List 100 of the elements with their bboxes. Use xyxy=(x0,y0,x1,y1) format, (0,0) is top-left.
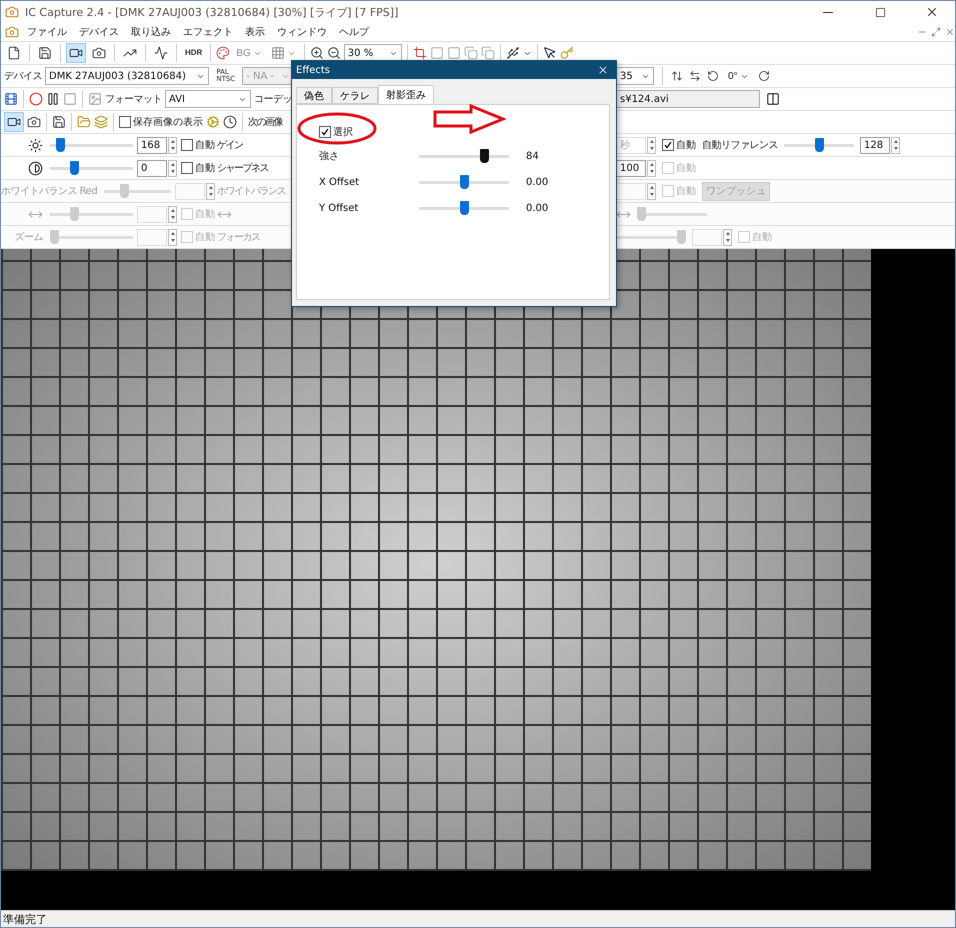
flip-vertical-icon xyxy=(671,70,683,82)
overlay-icon xyxy=(446,46,461,60)
camera-icon xyxy=(27,115,41,129)
color-icon xyxy=(216,46,230,60)
pulse-icon xyxy=(154,46,168,60)
rotate-left-icon xyxy=(707,70,719,82)
mdi-restore-icon xyxy=(931,27,941,37)
slider-thumb[interactable] xyxy=(460,201,468,215)
property-label: 自動リファレンス xyxy=(702,139,778,152)
slider[interactable] xyxy=(419,200,509,216)
mdi-close-icon xyxy=(945,27,955,37)
flip-horizontal-icon xyxy=(689,70,701,82)
property-label: フォーカス xyxy=(217,231,260,244)
folder-icon xyxy=(77,115,91,129)
property-label: ホワイトバランス xyxy=(217,185,285,198)
menu-item[interactable]: デバイス xyxy=(75,25,123,39)
slider-thumb[interactable] xyxy=(814,138,824,152)
usb-icon xyxy=(506,46,520,60)
slider[interactable] xyxy=(50,160,133,176)
menu-item[interactable]: ウィンドウ xyxy=(273,25,331,39)
overlay-icon xyxy=(464,46,478,60)
auto-checkbox[interactable]: 保存画像の表示 xyxy=(119,115,203,129)
close-icon xyxy=(597,64,609,76)
close-icon xyxy=(925,5,939,19)
slider[interactable] xyxy=(419,174,509,190)
tab[interactable]: 射影歪み xyxy=(378,85,434,104)
property-label: ズーム xyxy=(14,231,43,244)
slider-label: X Offset xyxy=(319,176,360,188)
pause-icon xyxy=(46,92,60,106)
file-path-field[interactable]: s¥124.avi xyxy=(616,90,760,108)
new-file-icon xyxy=(7,46,21,60)
frame-rate-combo[interactable]: 35 xyxy=(616,67,654,85)
grid-icon xyxy=(270,46,285,60)
property-label: ゲイン xyxy=(217,139,242,152)
stop-icon xyxy=(63,92,77,106)
spinner-buttons[interactable] xyxy=(891,136,900,154)
spinner-buttons[interactable] xyxy=(647,160,656,176)
maximize-icon xyxy=(874,6,886,18)
window-title: IC Capture 2.4 - [DMK 27AUJ003 (32810684) [30%] [ライブ] [7 FPS]] xyxy=(25,4,400,20)
slider-thumb[interactable] xyxy=(56,138,65,152)
spin-field[interactable]: 0 xyxy=(137,160,167,176)
spinner-buttons[interactable] xyxy=(647,136,656,154)
enable-checkbox[interactable]: 選択 xyxy=(319,125,609,139)
app-icon xyxy=(5,5,19,19)
camera-icon xyxy=(92,46,106,60)
auto-checkbox[interactable]: 自動 xyxy=(181,138,215,152)
menu-item[interactable]: エフェクト xyxy=(179,25,237,39)
help-pointer-icon xyxy=(542,46,557,60)
format-combo[interactable]: AVI xyxy=(165,90,251,108)
rotation-button[interactable]: 0° xyxy=(725,66,752,86)
video-camera-icon xyxy=(7,115,21,129)
slider-thumb[interactable] xyxy=(70,161,79,175)
zoom-out-icon xyxy=(326,46,341,60)
spin-field[interactable]: 128 xyxy=(860,136,890,154)
crop-icon xyxy=(412,46,427,60)
spin-field[interactable]: 168 xyxy=(137,136,167,154)
menu-item[interactable]: ヘルプ xyxy=(335,25,373,39)
spinner-buttons[interactable] xyxy=(168,160,177,176)
slider-value: 84 xyxy=(526,150,539,162)
menu-item[interactable]: 表示 xyxy=(241,25,269,39)
slider[interactable] xyxy=(419,148,509,164)
slider-thumb[interactable] xyxy=(480,149,489,163)
bg-button[interactable]: BG xyxy=(233,43,265,63)
hdr-button[interactable]: HDR xyxy=(182,43,206,63)
property-label: シャープネス xyxy=(217,162,268,175)
device-label: デバイス xyxy=(4,70,42,83)
check-icon xyxy=(321,128,329,136)
tab[interactable]: 偽色 xyxy=(296,87,332,104)
status-text: 準備完了 xyxy=(3,912,47,926)
slider[interactable] xyxy=(50,137,133,153)
auto-checkbox[interactable]: 自動 xyxy=(181,161,215,175)
rotate-right-icon xyxy=(758,70,770,82)
record-icon xyxy=(29,92,43,106)
property-label: ホワイトバランス Red xyxy=(1,185,98,198)
overlay-icon xyxy=(480,46,495,60)
clock-icon xyxy=(223,115,237,129)
overlay-icon xyxy=(430,46,444,60)
dialog-title: Effects xyxy=(296,64,330,76)
check-icon xyxy=(664,141,672,149)
toolbar-button[interactable] xyxy=(66,43,86,63)
menu-item[interactable]: ファイル xyxy=(23,25,71,39)
toolbar-button[interactable] xyxy=(4,112,24,132)
save-icon xyxy=(52,115,66,129)
save-icon xyxy=(38,46,52,60)
image-icon xyxy=(88,92,102,106)
slider-thumb[interactable] xyxy=(460,175,468,189)
spinner-buttons[interactable] xyxy=(168,136,177,154)
device-combo[interactable]: DMK 27AUJ003 (32810684) xyxy=(45,67,210,85)
sun-icon xyxy=(28,138,43,152)
layers-icon xyxy=(94,115,108,129)
video-camera-icon xyxy=(69,46,83,60)
slider[interactable] xyxy=(784,137,854,153)
menu-item[interactable]: 取り込み xyxy=(127,25,175,39)
codec-label: コーデッ xyxy=(254,93,292,106)
zoom-in-icon xyxy=(310,46,324,60)
tab[interactable]: ケラレ xyxy=(332,87,378,104)
auto-checkbox[interactable]: 自動 xyxy=(662,138,696,152)
next-image-label: 次の画像 xyxy=(248,116,282,129)
slider-label: 強さ xyxy=(319,150,340,163)
app-icon xyxy=(5,25,19,39)
